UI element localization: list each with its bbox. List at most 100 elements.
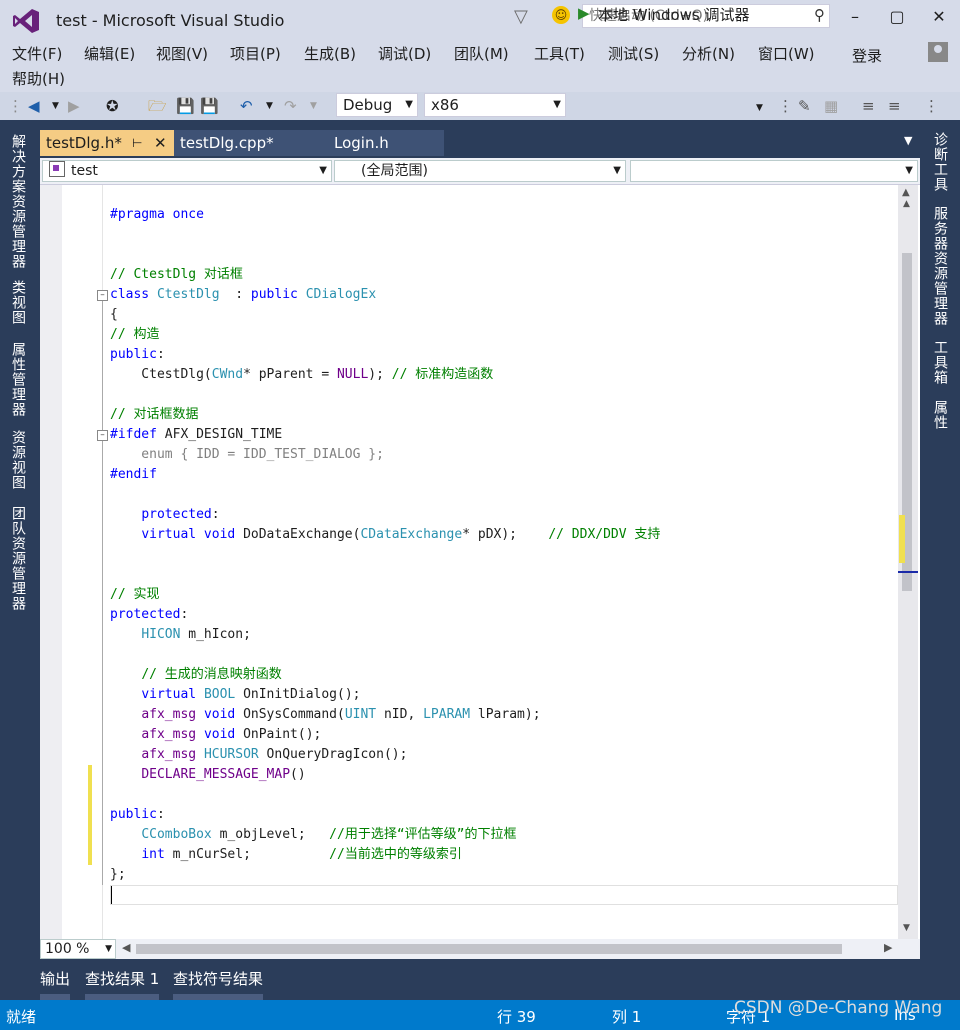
properties-tab[interactable]: 属性 bbox=[930, 400, 950, 430]
member-dropdown[interactable]: ▼ bbox=[630, 160, 918, 182]
pin-icon[interactable]: ⊢ bbox=[132, 130, 142, 156]
code-line[interactable]: #ifdef AFX_DESIGN_TIME bbox=[110, 425, 282, 445]
collapse-ifdef-icon[interactable]: – bbox=[97, 430, 108, 441]
code-line[interactable]: protected: bbox=[110, 505, 219, 525]
collapse-class-icon[interactable]: – bbox=[97, 290, 108, 301]
filter-icon[interactable]: ▽ bbox=[514, 6, 528, 27]
code-line[interactable]: // 实现 bbox=[110, 585, 159, 605]
project-dropdown[interactable]: test ▼ bbox=[42, 160, 332, 182]
redo-dropdown-icon[interactable]: ▼ bbox=[310, 96, 317, 116]
close-button[interactable]: ✕ bbox=[926, 6, 952, 28]
navigate-forward-icon[interactable]: ▶ bbox=[68, 96, 80, 116]
scroll-up-icon[interactable]: ▲ bbox=[903, 199, 910, 209]
code-line[interactable]: // CtestDlg 对话框 bbox=[110, 265, 243, 285]
toolbar-overflow-icon[interactable]: ⋮ bbox=[924, 96, 939, 116]
minimize-button[interactable]: – bbox=[842, 6, 868, 28]
scope-dropdown[interactable]: (全局范围) ▼ bbox=[334, 160, 626, 182]
menu-test[interactable]: 测试(S) bbox=[608, 43, 659, 64]
feedback-smile-icon[interactable]: ☺ bbox=[552, 6, 570, 24]
code-line[interactable]: // 构造 bbox=[110, 325, 159, 345]
open-file-icon[interactable]: 🗁 bbox=[148, 96, 167, 116]
undo-dropdown-icon[interactable]: ▼ bbox=[266, 96, 273, 116]
account-avatar-icon[interactable] bbox=[928, 42, 948, 62]
code-line[interactable]: afx_msg void OnPaint(); bbox=[110, 725, 321, 745]
code-line[interactable]: virtual void DoDataExchange(CDataExchang… bbox=[110, 525, 660, 545]
solution-config-select[interactable]: Debug ▼ bbox=[336, 93, 418, 117]
code-line[interactable]: // 生成的消息映射函数 bbox=[110, 665, 281, 685]
menu-file[interactable]: 文件(F) bbox=[12, 43, 62, 64]
maximize-button[interactable]: ▢ bbox=[884, 6, 910, 28]
code-line[interactable]: }; bbox=[110, 865, 126, 885]
output-tab[interactable]: 输出 bbox=[40, 968, 71, 1000]
code-line[interactable]: // 对话框数据 bbox=[110, 405, 198, 425]
uncomment-lines-icon[interactable]: ≡ bbox=[888, 96, 901, 116]
undo-icon[interactable]: ↶ bbox=[240, 96, 253, 116]
code-line[interactable]: protected: bbox=[110, 605, 188, 625]
code-line[interactable]: CComboBox m_objLevel; //用于选择“评估等级”的下拉框 bbox=[110, 825, 516, 845]
tab-testdlg-h[interactable]: testDlg.h* ⊢ ✕ bbox=[40, 130, 174, 156]
comment-lines-icon[interactable]: ≡ bbox=[862, 96, 875, 116]
start-debugging-button[interactable]: 本地 Windows 调试器 bbox=[598, 4, 750, 25]
start-debugging-icon[interactable]: ▶ bbox=[578, 4, 590, 22]
menu-debug[interactable]: 调试(D) bbox=[378, 43, 431, 64]
find-results-tab[interactable]: 查找结果 1 bbox=[85, 968, 160, 1000]
scroll-right-icon[interactable]: ▶ bbox=[884, 941, 892, 954]
menu-edit[interactable]: 编辑(E) bbox=[84, 43, 135, 64]
code-line[interactable]: enum { IDD = IDD_TEST_DIALOG }; bbox=[110, 445, 384, 465]
search-icon[interactable]: ⚲ bbox=[814, 6, 825, 24]
save-icon[interactable]: 💾 bbox=[176, 96, 195, 116]
tab-login-h[interactable]: Login.h bbox=[326, 130, 444, 156]
menu-project[interactable]: 项目(P) bbox=[230, 43, 281, 64]
code-line[interactable]: public: bbox=[110, 345, 165, 365]
zoom-select[interactable]: 100 % ▼ bbox=[40, 939, 116, 959]
redo-icon[interactable]: ↷ bbox=[284, 96, 297, 116]
bookmark-icon[interactable]: ▦ bbox=[824, 96, 838, 116]
back-dropdown-icon[interactable]: ▼ bbox=[52, 96, 59, 116]
vertical-scrollbar[interactable]: ▲ ▲ ▼ bbox=[898, 185, 918, 939]
toolbox-tab[interactable]: 工具箱 bbox=[930, 340, 950, 385]
save-all-icon[interactable]: 💾 bbox=[200, 96, 219, 116]
code-line[interactable]: CtestDlg(CWnd* pParent = NULL); // 标准构造函… bbox=[110, 365, 493, 385]
scroll-left-icon[interactable]: ◀ bbox=[122, 941, 130, 954]
find-in-files-icon[interactable]: ✎ bbox=[798, 96, 811, 116]
close-tab-icon[interactable]: ✕ bbox=[154, 130, 167, 156]
sign-in-link[interactable]: 登录 bbox=[852, 45, 882, 66]
menu-help[interactable]: 帮助(H) bbox=[12, 68, 65, 89]
resource-view-tab[interactable]: 资源视图 bbox=[8, 430, 28, 490]
new-project-icon[interactable]: ✪ bbox=[106, 96, 119, 116]
code-line[interactable]: { bbox=[110, 305, 118, 325]
tab-testdlg-cpp[interactable]: testDlg.cpp* bbox=[174, 130, 326, 156]
code-line[interactable]: HICON m_hIcon; bbox=[110, 625, 251, 645]
solution-platform-select[interactable]: x86 ▼ bbox=[424, 93, 566, 117]
code-line[interactable]: public: bbox=[110, 805, 165, 825]
scroll-down-icon[interactable]: ▼ bbox=[903, 923, 910, 933]
code-line[interactable]: virtual BOOL OnInitDialog(); bbox=[110, 685, 360, 705]
server-explorer-tab[interactable]: 服务器资源管理器 bbox=[930, 206, 950, 326]
code-line[interactable]: afx_msg void OnSysCommand(UINT nID, LPAR… bbox=[110, 705, 540, 725]
horizontal-scroll-thumb[interactable] bbox=[136, 944, 842, 954]
solution-explorer-tab[interactable]: 解决方案资源管理器 bbox=[8, 134, 28, 269]
tab-overflow-chevron-down-icon[interactable]: ▼ bbox=[904, 134, 912, 147]
menu-analyze[interactable]: 分析(N) bbox=[682, 43, 735, 64]
diagnostic-tools-tab[interactable]: 诊断工具 bbox=[930, 132, 950, 192]
navigate-back-icon[interactable]: ◀ bbox=[28, 96, 40, 116]
code-line[interactable]: class CtestDlg : public CDialogEx bbox=[110, 285, 376, 305]
class-view-tab[interactable]: 类视图 bbox=[8, 280, 28, 325]
find-symbol-results-tab[interactable]: 查找符号结果 bbox=[173, 968, 264, 1000]
split-editor-icon[interactable]: ▲ bbox=[902, 187, 910, 198]
code-line[interactable]: #pragma once bbox=[110, 205, 204, 225]
team-explorer-tab[interactable]: 团队资源管理器 bbox=[8, 506, 28, 611]
code-line[interactable]: afx_msg HCURSOR OnQueryDragIcon(); bbox=[110, 745, 407, 765]
run-dropdown-icon[interactable]: ▼ bbox=[756, 98, 763, 118]
code-editor[interactable]: – – #pragma once // CtestDlg 对话框 class Cte… bbox=[40, 185, 920, 939]
menu-build[interactable]: 生成(B) bbox=[304, 43, 356, 64]
code-line[interactable]: DECLARE_MESSAGE_MAP() bbox=[110, 765, 305, 785]
menu-view[interactable]: 视图(V) bbox=[156, 43, 208, 64]
property-manager-tab[interactable]: 属性管理器 bbox=[8, 342, 28, 417]
menu-window[interactable]: 窗口(W) bbox=[758, 43, 815, 64]
code-line[interactable]: #endif bbox=[110, 465, 157, 485]
code-line[interactable]: int m_nCurSel; //当前选中的等级索引 bbox=[110, 845, 462, 865]
menu-tools[interactable]: 工具(T) bbox=[534, 43, 585, 64]
menu-team[interactable]: 团队(M) bbox=[454, 43, 509, 64]
